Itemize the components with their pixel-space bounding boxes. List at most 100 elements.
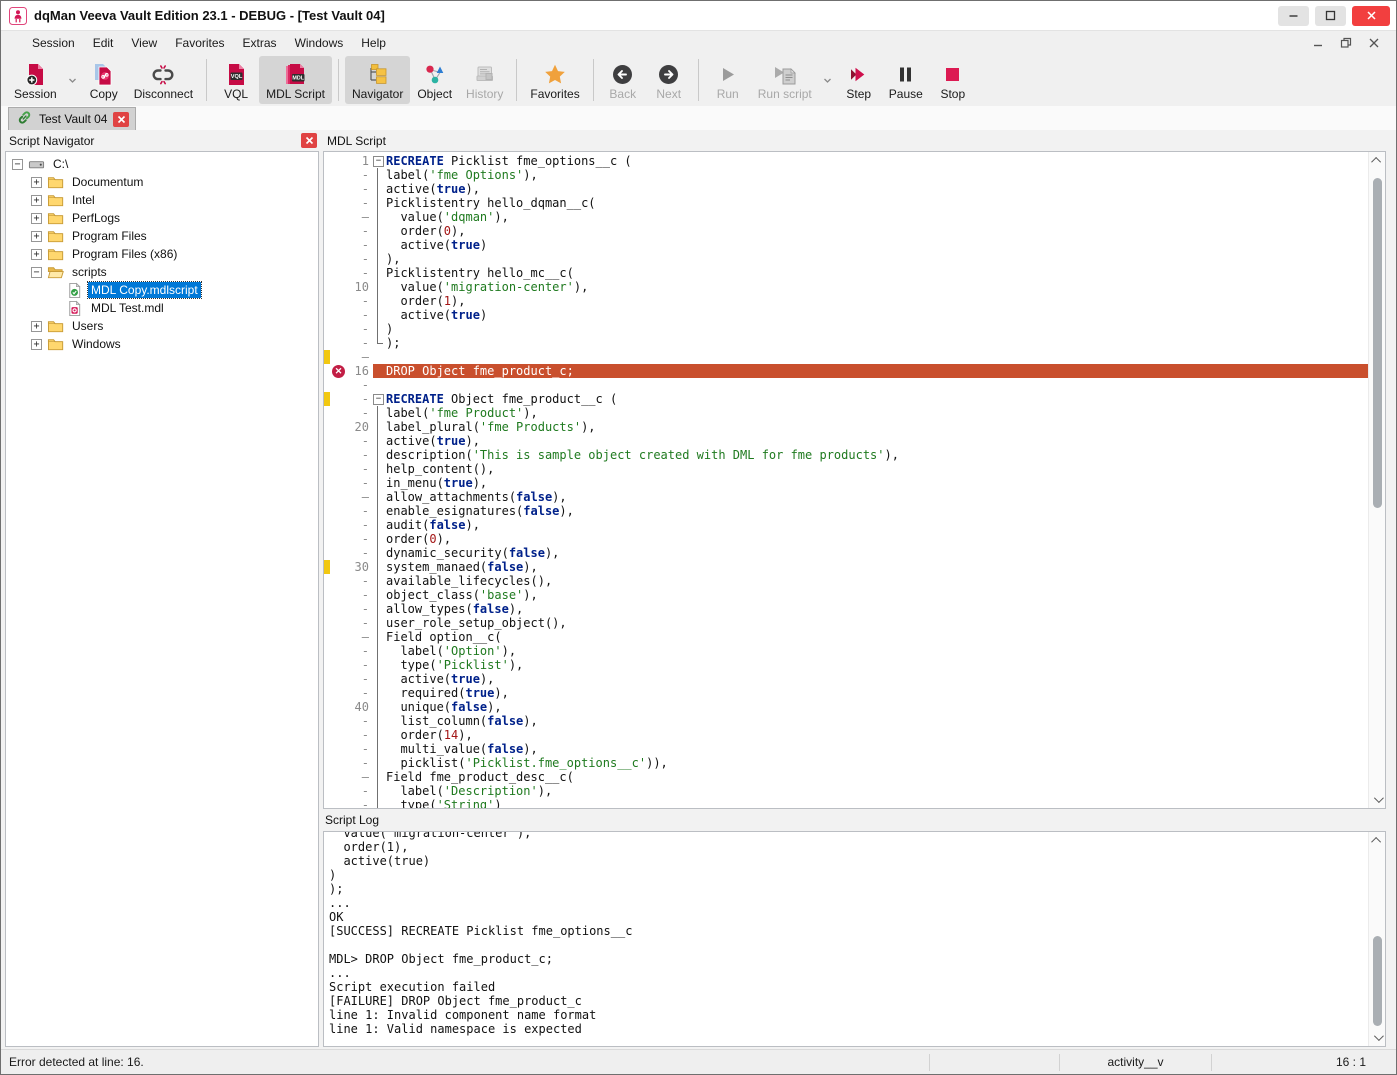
code-line-36[interactable]: - label('Option'), [324,644,1368,658]
code-line-45[interactable]: –Field fme_product_desc__c( [324,770,1368,784]
mdl-script-button[interactable]: MDLMDL Script [259,56,332,104]
expand-toggle-icon[interactable]: + [31,339,42,350]
script-navigator-close-icon[interactable] [301,133,317,148]
expand-toggle-icon[interactable]: + [31,195,42,206]
dropdown-chevron-icon[interactable] [64,56,81,104]
code-line-34[interactable]: -user_role_setup_object(), [324,616,1368,630]
code-line-40[interactable]: 40 unique(false), [324,700,1368,714]
tree-item-mdl-test-mdl[interactable]: MDL Test.mdl [6,299,318,317]
pause-button[interactable]: Pause [882,56,930,104]
tree-item-users[interactable]: +Users [6,317,318,335]
expand-toggle-icon[interactable]: + [31,231,42,242]
tree-item-intel[interactable]: +Intel [6,191,318,209]
code-line-7[interactable]: - active(true) [324,238,1368,252]
code-line-25[interactable]: –allow_attachments(false), [324,490,1368,504]
tree-item-windows[interactable]: +Windows [6,335,318,353]
menu-item-favorites[interactable]: Favorites [166,33,233,53]
step-button[interactable]: Step [836,56,882,104]
expand-toggle-icon[interactable]: + [31,177,42,188]
code-line-39[interactable]: - required(true), [324,686,1368,700]
menu-item-view[interactable]: View [122,33,166,53]
code-line-11[interactable]: - order(1), [324,294,1368,308]
code-line-23[interactable]: -help_content(), [324,462,1368,476]
code-line-1[interactable]: 1RECREATE Picklist fme_options__c ( [324,154,1368,168]
scroll-down-icon[interactable] [1369,791,1386,808]
code-line-19[interactable]: -label('fme Product'), [324,406,1368,420]
code-line-4[interactable]: -Picklistentry hello_dqman__c( [324,196,1368,210]
code-line-3[interactable]: -active(true), [324,182,1368,196]
code-line-14[interactable]: -); [324,336,1368,350]
code-line-38[interactable]: - active(true), [324,672,1368,686]
tree-item-program-files-x86[interactable]: +Program Files (x86) [6,245,318,263]
code-line-6[interactable]: - order(0), [324,224,1368,238]
code-line-27[interactable]: -audit(false), [324,518,1368,532]
code-line-5[interactable]: – value('dqman'), [324,210,1368,224]
favorites-button[interactable]: Favorites [523,56,586,104]
code-line-9[interactable]: -Picklistentry hello_mc__c( [324,266,1368,280]
expand-toggle-icon[interactable]: + [31,249,42,260]
window-close-button[interactable] [1352,6,1390,26]
child-close-icon[interactable] [1368,37,1380,49]
code-line-8[interactable]: -), [324,252,1368,266]
code-line-35[interactable]: –Field option__c( [324,630,1368,644]
scroll-up-icon[interactable] [1369,152,1386,169]
code-line-10[interactable]: 10 value('migration-center'), [324,280,1368,294]
tree-item-scripts[interactable]: −scripts [6,263,318,281]
object-button[interactable]: Object [410,56,459,104]
log-scrollbar-thumb[interactable] [1373,936,1382,1026]
session-button[interactable]: Session [7,56,64,104]
code-line-28[interactable]: -order(0), [324,532,1368,546]
code-line-46[interactable]: - label('Description'), [324,784,1368,798]
tree-item-c[interactable]: −C:\ [6,155,318,173]
code-line-21[interactable]: -active(true), [324,434,1368,448]
vql-button[interactable]: VQLVQL [213,56,259,104]
code-line-22[interactable]: -description('This is sample object crea… [324,448,1368,462]
code-line-2[interactable]: -label('fme Options'), [324,168,1368,182]
scroll-up-icon[interactable] [1369,832,1386,849]
tree-item-perflogs[interactable]: +PerfLogs [6,209,318,227]
code-line-24[interactable]: -in_menu(true), [324,476,1368,490]
child-restore-icon[interactable] [1340,37,1352,49]
stop-button[interactable]: Stop [930,56,976,104]
copy-button[interactable]: Copy [81,56,127,104]
expand-toggle-icon[interactable]: + [31,321,42,332]
menu-item-extras[interactable]: Extras [234,33,286,53]
code-line-13[interactable]: -) [324,322,1368,336]
mdl-script-editor[interactable]: 1RECREATE Picklist fme_options__c (-labe… [323,151,1386,809]
dropdown-chevron-icon[interactable] [819,56,836,104]
script-log-panel[interactable]: value('migration-center'), order(1), act… [323,831,1386,1047]
menu-item-session[interactable]: Session [23,33,84,53]
code-line-29[interactable]: -dynamic_security(false), [324,546,1368,560]
menu-item-windows[interactable]: Windows [286,33,353,53]
tree-item-documentum[interactable]: +Documentum [6,173,318,191]
code-line-42[interactable]: - order(14), [324,728,1368,742]
code-line-32[interactable]: -object_class('base'), [324,588,1368,602]
tab-test-vault-04[interactable]: Test Vault 04 [8,107,136,130]
log-scrollbar[interactable] [1368,832,1385,1046]
fold-collapse-icon[interactable] [373,154,386,168]
code-line-12[interactable]: - active(true) [324,308,1368,322]
expand-toggle-icon[interactable]: − [12,159,23,170]
code-line-20[interactable]: 20label_plural('fme Products'), [324,420,1368,434]
code-line-18[interactable]: -RECREATE Object fme_product__c ( [324,392,1368,406]
code-line-43[interactable]: - multi_value(false), [324,742,1368,756]
code-line-30[interactable]: 30system_manaed(false), [324,560,1368,574]
child-minimize-icon[interactable] [1312,37,1324,49]
code-line-16[interactable]: ✕16DROP Object fme_product_c; [324,364,1368,378]
tree-item-mdl-copy-mdlscript[interactable]: MDL Copy.mdlscript [6,281,318,299]
expand-toggle-icon[interactable]: − [31,267,42,278]
window-minimize-button[interactable] [1278,6,1309,26]
window-maximize-button[interactable] [1315,6,1346,26]
code-line-15[interactable]: – [324,350,1368,364]
disconnect-button[interactable]: Disconnect [127,56,200,104]
tree-item-program-files[interactable]: +Program Files [6,227,318,245]
editor-scrollbar[interactable] [1368,152,1385,808]
code-line-47[interactable]: - type('String') [324,798,1368,808]
menu-item-help[interactable]: Help [352,33,395,53]
code-line-17[interactable]: - [324,378,1368,392]
code-line-31[interactable]: -available_lifecycles(), [324,574,1368,588]
tab-close-icon[interactable] [113,112,129,127]
code-line-41[interactable]: - list_column(false), [324,714,1368,728]
code-line-26[interactable]: -enable_esignatures(false), [324,504,1368,518]
code-line-44[interactable]: - picklist('Picklist.fme_options__c')), [324,756,1368,770]
